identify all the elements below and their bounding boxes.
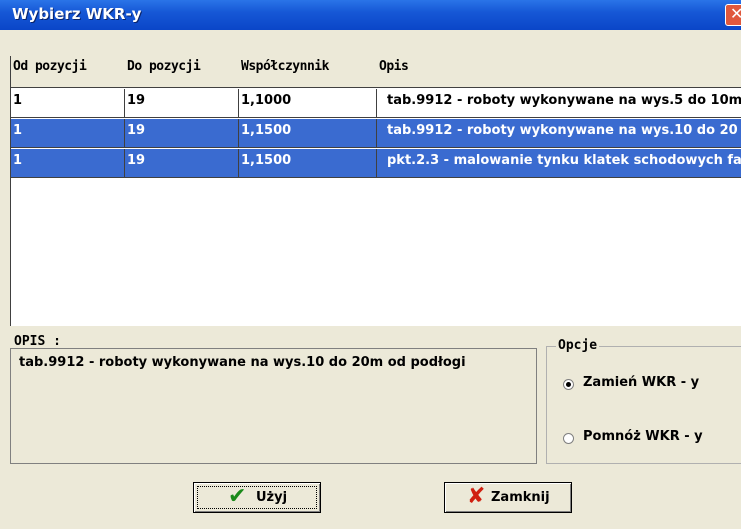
cell-wspolczynnik: 1,1000 <box>239 89 377 118</box>
column-header-do[interactable]: Do pozycji <box>125 56 240 88</box>
title-bar[interactable]: Wybierz WKR-y ✕ <box>0 0 741 30</box>
column-header-wspolczynnik[interactable]: Współczynnik <box>239 56 378 88</box>
opcje-groupbox <box>546 346 741 464</box>
opis-text: tab.9912 - roboty wykonywane na wys.10 d… <box>19 355 466 370</box>
cell-wspolczynnik: 1,1500 <box>239 149 377 178</box>
cell-od: 1 <box>11 149 125 178</box>
uzyj-button[interactable]: ✔ Użyj <box>193 482 321 513</box>
opis-label: OPIS : <box>14 334 61 349</box>
column-header-od[interactable]: Od pozycji <box>11 56 126 88</box>
zamien-radio-label[interactable]: Zamień WKR - y <box>583 375 699 390</box>
cell-do: 19 <box>125 119 239 148</box>
zamien-radio[interactable] <box>563 379 574 390</box>
close-button[interactable]: ✕ <box>725 4 741 26</box>
opis-panel: tab.9912 - roboty wykonywane na wys.10 d… <box>10 348 537 464</box>
cell-do: 19 <box>125 149 239 178</box>
cell-wspolczynnik: 1,1500 <box>239 119 377 148</box>
zamknij-label: Zamknij <box>491 490 550 505</box>
uzyj-label: Użyj <box>256 490 288 505</box>
radio-selected-dot <box>566 382 571 387</box>
window-title: Wybierz WKR-y <box>12 5 142 23</box>
zamknij-button[interactable]: ✘ Zamknij <box>444 482 572 513</box>
table-row[interactable]: 1 19 1,1500 tab.9912 - roboty wykonywane… <box>11 119 741 148</box>
pomnoz-radio[interactable] <box>563 433 574 444</box>
x-icon: ✘ <box>467 484 486 509</box>
cell-do: 19 <box>125 89 239 118</box>
cell-opis: pkt.2.3 - malowanie tynku klatek schodow… <box>377 149 741 178</box>
column-header-opis[interactable]: Opis <box>377 56 741 88</box>
check-icon: ✔ <box>228 484 247 509</box>
pomnoz-radio-label[interactable]: Pomnóż WKR - y <box>583 429 703 444</box>
cell-od: 1 <box>11 119 125 148</box>
cell-od: 1 <box>11 89 125 118</box>
table-row[interactable]: 1 19 1,1000 tab.9912 - roboty wykonywane… <box>11 89 741 118</box>
wkr-table[interactable]: Od pozycji Do pozycji Współczynnik Opis … <box>10 56 741 326</box>
opcje-title: Opcje <box>556 338 600 353</box>
cell-opis: tab.9912 - roboty wykonywane na wys.5 do… <box>377 89 741 118</box>
dialog-window: Wybierz WKR-y ✕ Od pozycji Do pozycji Ws… <box>0 0 741 529</box>
cell-opis: tab.9912 - roboty wykonywane na wys.10 d… <box>377 119 741 148</box>
close-icon: ✕ <box>730 4 741 23</box>
table-row[interactable]: 1 19 1,1500 pkt.2.3 - malowanie tynku kl… <box>11 149 741 178</box>
